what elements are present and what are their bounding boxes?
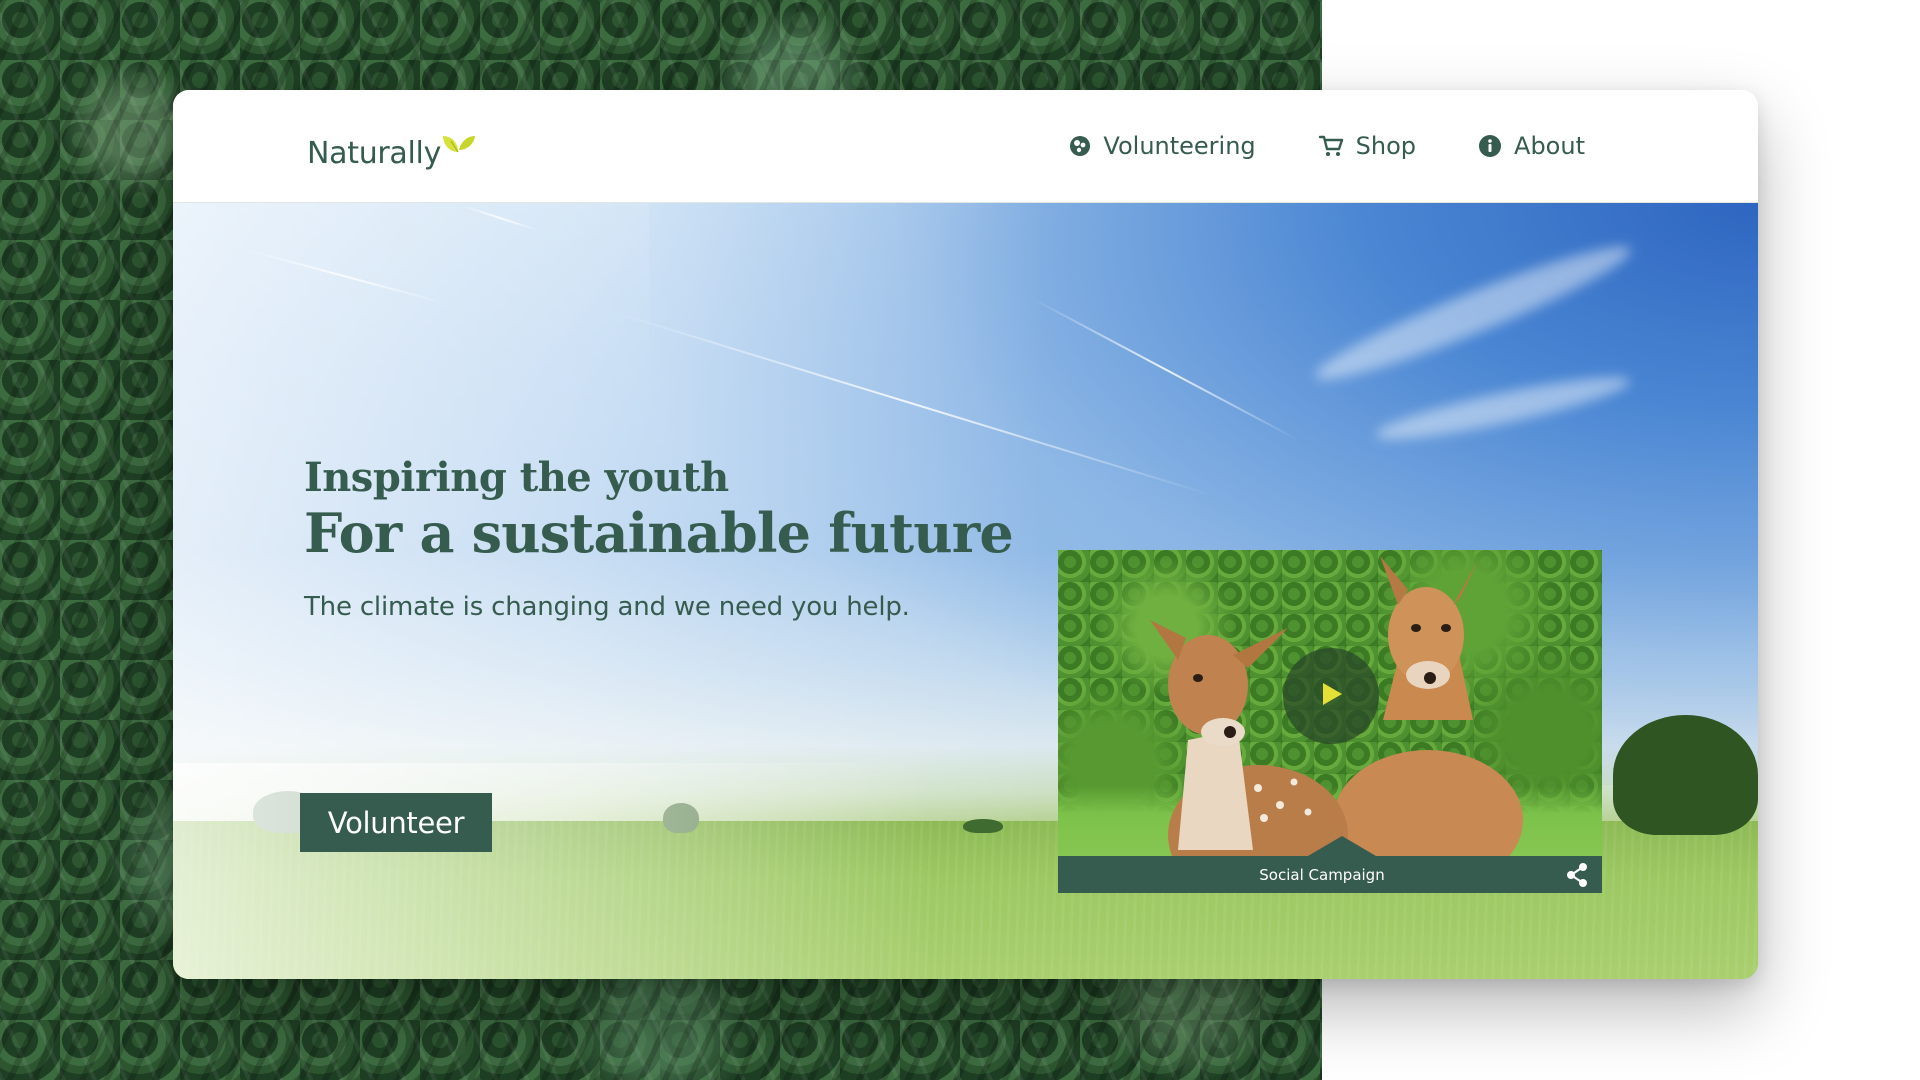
share-icon[interactable] xyxy=(1564,862,1590,888)
hero-headline: For a sustainable future xyxy=(304,501,1014,565)
hero-section: Inspiring the youth For a sustainable fu… xyxy=(173,203,1758,979)
info-icon xyxy=(1478,134,1502,158)
play-icon xyxy=(1316,679,1346,714)
navbar: Naturally Volunteering Shop About xyxy=(173,90,1758,203)
video-caption-bar: Social Campaign xyxy=(1058,856,1602,893)
hero-tagline: The climate is changing and we need you … xyxy=(304,592,910,623)
big-tree xyxy=(1613,715,1758,835)
play-button[interactable] xyxy=(1283,648,1379,744)
video-thumbnail[interactable] xyxy=(1058,550,1602,856)
nav-item-volunteering[interactable]: Volunteering xyxy=(1069,126,1256,166)
globe-icon xyxy=(1069,135,1091,157)
video-card: Social Campaign xyxy=(1058,550,1602,893)
hero-subtitle: Inspiring the youth xyxy=(304,454,729,501)
nav-label-about: About xyxy=(1514,132,1585,160)
nav-label-volunteering: Volunteering xyxy=(1103,132,1256,160)
nav-item-shop[interactable]: Shop xyxy=(1318,126,1416,166)
screen: Naturally Volunteering Shop About Inspir… xyxy=(0,0,1920,1080)
website-card: Naturally Volunteering Shop About Inspir… xyxy=(173,90,1758,979)
field-haze xyxy=(173,763,934,979)
cart-icon xyxy=(1318,134,1344,158)
logo-text: Naturally xyxy=(307,136,442,171)
caption-notch xyxy=(1308,836,1376,856)
volunteer-button[interactable]: Volunteer xyxy=(300,793,492,852)
hero-text: Inspiring the youth For a sustainable fu… xyxy=(304,454,1014,623)
main-nav: Volunteering Shop About xyxy=(1069,126,1585,166)
nav-label-shop: Shop xyxy=(1355,132,1417,160)
nav-item-about[interactable]: About xyxy=(1478,126,1585,166)
video-caption: Social Campaign xyxy=(1259,865,1385,884)
leaf-icon xyxy=(439,130,477,156)
logo[interactable]: Naturally xyxy=(307,130,477,171)
